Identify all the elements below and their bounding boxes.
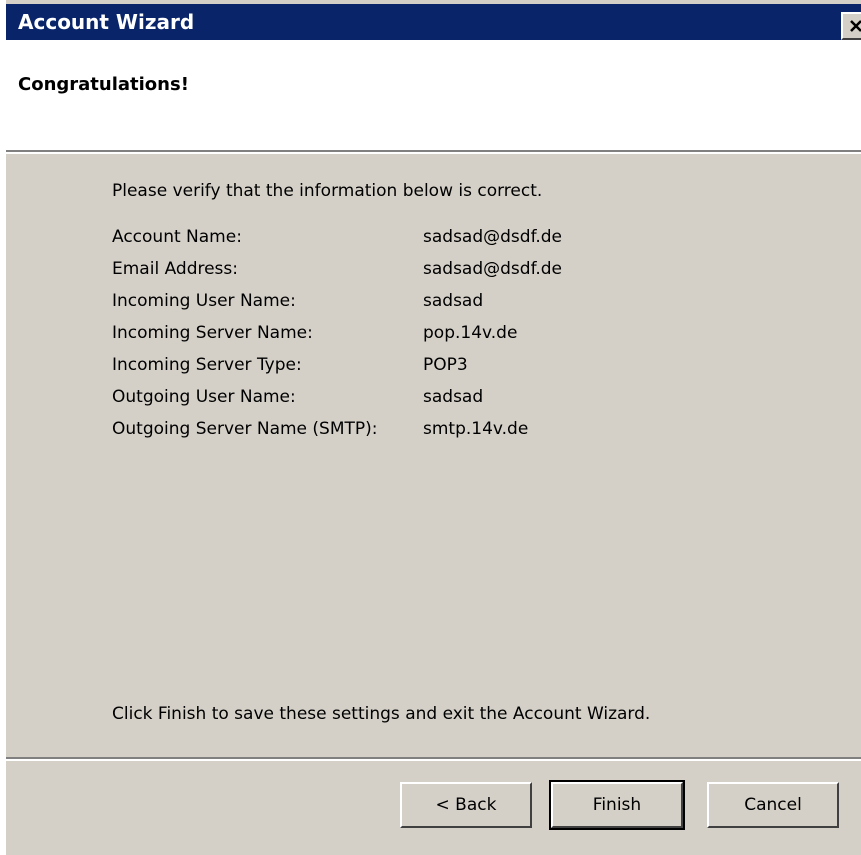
- back-button[interactable]: < Back: [400, 782, 532, 828]
- window-title: Account Wizard: [18, 10, 195, 34]
- summary-value: sadsad: [423, 291, 484, 311]
- summary-value: POP3: [423, 355, 468, 375]
- summary-value: smtp.14v.de: [423, 419, 529, 439]
- intro-text: Please verify that the information below…: [112, 181, 543, 201]
- account-wizard-window: Account Wizard Congratulations! Please v…: [0, 0, 861, 855]
- summary-value: sadsad@dsdf.de: [423, 259, 562, 279]
- summary-label: Email Address:: [112, 259, 238, 279]
- summary-value: sadsad@dsdf.de: [423, 227, 562, 247]
- summary-label: Outgoing User Name:: [112, 387, 296, 407]
- close-icon: [850, 20, 861, 32]
- title-bar[interactable]: Account Wizard: [6, 4, 861, 40]
- summary-label: Outgoing Server Name (SMTP):: [112, 419, 378, 439]
- wizard-header: Congratulations!: [6, 40, 861, 150]
- summary-value: pop.14v.de: [423, 323, 518, 343]
- summary-label: Account Name:: [112, 227, 242, 247]
- footer-divider: [6, 757, 861, 761]
- finish-button[interactable]: Finish: [549, 780, 685, 830]
- header-divider: [6, 150, 861, 154]
- summary-label: Incoming User Name:: [112, 291, 296, 311]
- summary-label: Incoming Server Type:: [112, 355, 302, 375]
- finish-instruction: Click Finish to save these settings and …: [112, 704, 651, 724]
- summary-value: sadsad: [423, 387, 484, 407]
- cancel-button[interactable]: Cancel: [707, 782, 839, 828]
- summary-label: Incoming Server Name:: [112, 323, 313, 343]
- page-heading: Congratulations!: [18, 74, 189, 95]
- close-button[interactable]: [841, 12, 861, 40]
